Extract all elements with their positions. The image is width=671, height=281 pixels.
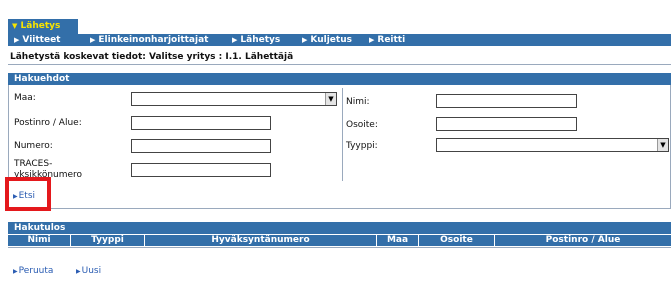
nav-item-lahetys[interactable]: ▶ Lähetys (232, 34, 280, 46)
nav-item-reitti[interactable]: ▶ Reitti (369, 34, 405, 46)
osoite-label: Osoite: (346, 120, 378, 130)
nimi-input[interactable] (436, 94, 577, 108)
uusi-label: Uusi (81, 266, 102, 276)
column-header-osoite[interactable]: Osoite (419, 235, 495, 246)
column-header-nimi[interactable]: Nimi (8, 235, 71, 246)
results-table-header: Nimi Tyyppi Hyväksyntänumero Maa Osoite … (8, 234, 671, 246)
results-section-header: Hakutulos (8, 222, 671, 234)
tyyppi-label: Tyyppi: (346, 141, 378, 151)
tab-lahetys[interactable]: ▼ Lähetys (8, 19, 78, 34)
highlight-box (5, 177, 51, 211)
chevron-down-icon[interactable]: ▼ (325, 93, 336, 105)
triangle-right-icon: ▶ (302, 36, 308, 44)
chevron-down-icon: ▼ (12, 22, 18, 30)
tyyppi-select[interactable]: ▼ (436, 138, 669, 152)
search-section-header: Hakuehdot (8, 73, 671, 85)
triangle-right-icon: ▶ (369, 36, 375, 44)
triangle-right-icon: ▶ (232, 36, 238, 44)
maa-select[interactable]: ▼ (131, 92, 337, 106)
nav-label: Lähetys (240, 35, 281, 45)
nav-item-elinkeinonharjoittajat[interactable]: ▶ Elinkeinonharjoittajat (90, 34, 208, 46)
nav-item-kuljetus[interactable]: ▶ Kuljetus (302, 34, 352, 46)
column-header-tyyppi[interactable]: Tyyppi (71, 235, 145, 246)
postinro-input[interactable] (131, 116, 271, 130)
divider (8, 64, 671, 65)
nimi-label: Nimi: (346, 97, 370, 107)
column-header-maa[interactable]: Maa (377, 235, 419, 246)
osoite-input[interactable] (436, 117, 577, 131)
breadcrumb: Lähetystä koskevat tiedot: Valitse yrity… (10, 52, 294, 62)
triangle-right-icon: ▶ (76, 268, 81, 275)
nav-bar: ▶ Viitteet ▶ Elinkeinonharjoittajat ▶ Lähet… (8, 34, 671, 46)
uusi-link[interactable]: ▶Uusi (76, 266, 101, 276)
numero-input[interactable] (131, 139, 271, 153)
nav-label: Reitti (377, 35, 406, 45)
peruuta-link[interactable]: ▶Peruuta (13, 266, 53, 276)
nav-label: Viitteet (22, 35, 61, 45)
triangle-right-icon: ▶ (13, 268, 18, 275)
column-divider (342, 88, 343, 181)
tab-label: Lähetys (20, 21, 61, 31)
peruuta-label: Peruuta (18, 266, 54, 276)
nav-label: Kuljetus (310, 35, 352, 45)
chevron-down-icon[interactable]: ▼ (657, 139, 668, 151)
column-header-postinro[interactable]: Postinro / Alue (495, 235, 671, 246)
numero-label: Numero: (14, 141, 53, 151)
column-header-hyvaksyntanumero[interactable]: Hyväksyntänumero (145, 235, 377, 246)
triangle-right-icon: ▶ (90, 36, 96, 44)
postinro-label: Postinro / Alue: (14, 118, 82, 128)
nav-label: Elinkeinonharjoittajat (98, 35, 209, 45)
nav-item-viitteet[interactable]: ▶ Viitteet (14, 34, 60, 46)
traces-input[interactable] (131, 163, 271, 177)
maa-label: Maa: (14, 93, 36, 103)
divider (8, 247, 671, 248)
triangle-right-icon: ▶ (14, 36, 20, 44)
